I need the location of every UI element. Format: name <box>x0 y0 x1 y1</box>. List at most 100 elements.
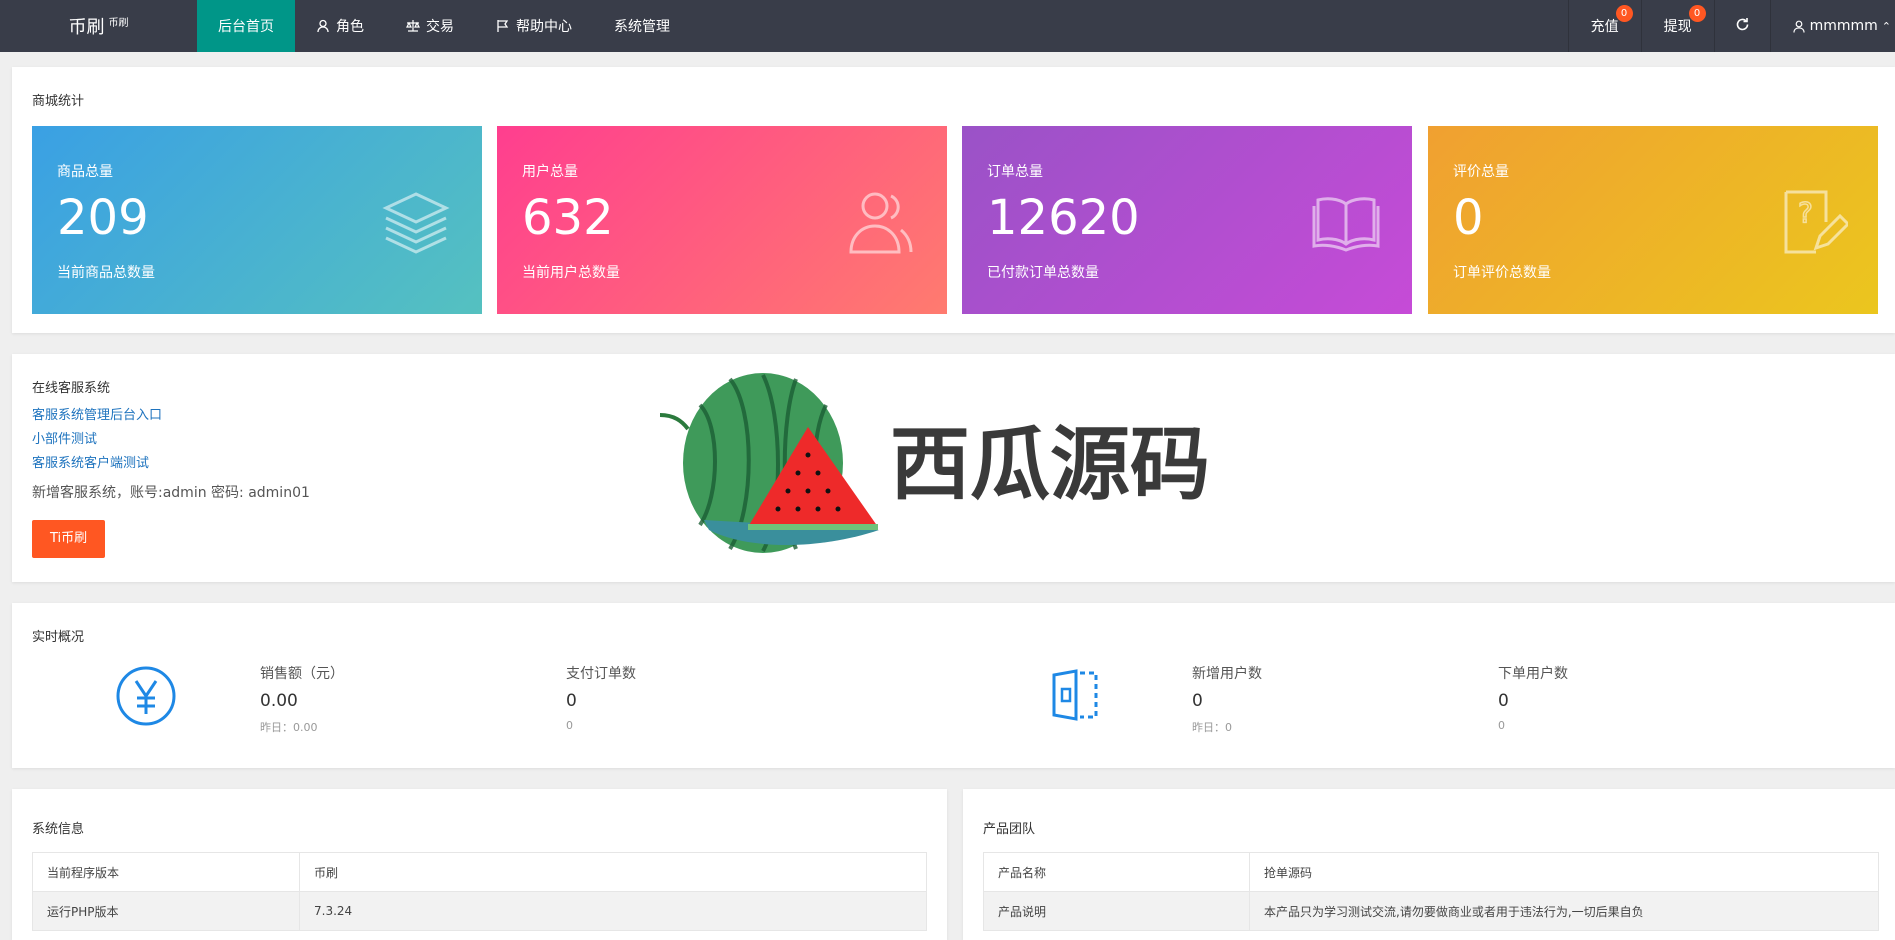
username: mmmmm <box>1809 18 1878 34</box>
table-cell: 产品说明 <box>983 891 1250 931</box>
nav-label: 角色 <box>336 19 364 35</box>
withdraw-button[interactable]: 提现 0 <box>1640 0 1714 52</box>
layers-icon <box>380 186 452 258</box>
refresh-icon <box>1735 17 1750 36</box>
rt-yesterday: 0 <box>566 719 573 732</box>
rt-label: 支付订单数 <box>566 666 636 682</box>
system-info-table: 当前程序版本 币刷 运行PHP版本 7.3.24 <box>32 852 927 931</box>
stat-sub: 订单评价总数量 <box>1453 265 1551 281</box>
flag-icon <box>496 19 510 33</box>
recharge-label: 充值 <box>1590 19 1619 35</box>
rt-value: 0.00 <box>260 691 298 711</box>
watermelon-icon <box>660 373 879 553</box>
user-icon <box>316 19 330 33</box>
withdraw-badge: 0 <box>1688 5 1706 22</box>
topbar-right: 充值 0 提现 0 mmmmm ⌃ <box>1567 0 1895 52</box>
product-team-table: 产品名称 抢单源码 产品说明 本产品只为学习测试交流,请勿要做商业或者用于违法行… <box>983 852 1879 931</box>
nav-item-role[interactable]: 角色 <box>295 0 385 52</box>
top-navbar: 币刷 币刷 后台首页 角色 交易 帮助中心 系统管理 充值 0 提现 0 mmm… <box>0 0 1895 52</box>
chevron-up-icon: ⌃ <box>1881 19 1891 33</box>
table-cell: 币刷 <box>299 852 927 892</box>
user-icon <box>1792 20 1805 33</box>
watermark-text: 西瓜源码 <box>890 418 1210 511</box>
door-icon <box>1050 667 1102 727</box>
nav-item-trade[interactable]: 交易 <box>385 0 475 52</box>
svg-text:?: ? <box>1798 196 1813 229</box>
stat-sub: 已付款订单总数量 <box>987 265 1099 281</box>
table-cell: 产品名称 <box>983 852 1250 892</box>
rt-value: 0 <box>566 691 577 711</box>
table-row: 产品说明 本产品只为学习测试交流,请勿要做商业或者用于违法行为,一切后果自负 <box>983 891 1879 931</box>
system-info-panel: 系统信息 当前程序版本 币刷 运行PHP版本 7.3.24 <box>12 789 947 940</box>
stat-card-products[interactable]: 商品总量 209 当前商品总数量 <box>32 126 482 314</box>
refresh-button[interactable] <box>1713 0 1770 52</box>
rt-value: 0 <box>1192 691 1203 711</box>
rt-label: 新增用户数 <box>1192 666 1262 682</box>
stat-card-users[interactable]: 用户总量 632 当前用户总数量 <box>497 126 947 314</box>
panel-title: 实时概况 <box>32 630 85 645</box>
nav-label: 交易 <box>426 19 454 35</box>
rt-yesterday: 0 <box>1498 719 1505 732</box>
rt-label: 销售额（元） <box>260 666 344 682</box>
users-icon <box>845 186 917 258</box>
nav-label: 帮助中心 <box>516 19 572 35</box>
nav-item-system[interactable]: 系统管理 <box>593 0 691 52</box>
rt-yesterday: 昨日：0 <box>1192 721 1232 734</box>
main-nav: 后台首页 角色 交易 帮助中心 系统管理 <box>197 0 691 52</box>
stat-card-orders[interactable]: 订单总量 12620 已付款订单总数量 <box>962 126 1412 314</box>
stat-label: 商品总量 <box>57 164 113 180</box>
recharge-badge: 0 <box>1615 5 1633 22</box>
brand-sub: 币刷 <box>108 17 129 29</box>
nav-label: 后台首页 <box>218 19 274 35</box>
panel-title: 商城统计 <box>32 94 85 109</box>
panel-title: 在线客服系统 <box>32 381 111 396</box>
table-row: 产品名称 抢单源码 <box>983 852 1879 892</box>
stat-value: 209 <box>57 190 149 246</box>
nav-label: 系统管理 <box>614 19 670 35</box>
brand-name: 币刷 <box>68 17 105 38</box>
realtime-order-users: 下单用户数 0 0 <box>1498 663 1568 732</box>
stat-value: 632 <box>522 190 614 246</box>
rt-yesterday: 昨日：0.00 <box>260 721 318 734</box>
watermark: 西瓜源码 <box>660 365 1240 565</box>
realtime-panel: 实时概况 销售额（元） 0.00 昨日：0.00 支付订单数 0 0 新增用户数… <box>12 603 1895 768</box>
recharge-button[interactable]: 充值 0 <box>1567 0 1641 52</box>
nav-item-home[interactable]: 后台首页 <box>197 0 295 52</box>
stat-value: 0 <box>1453 190 1484 246</box>
panel-title: 产品团队 <box>983 822 1036 837</box>
brand-logo[interactable]: 币刷 币刷 <box>0 0 197 52</box>
product-team-panel: 产品团队 产品名称 抢单源码 产品说明 本产品只为学习测试交流,请勿要做商业或者… <box>963 789 1895 940</box>
nav-item-help[interactable]: 帮助中心 <box>475 0 593 52</box>
table-cell: 抢单源码 <box>1249 852 1879 892</box>
realtime-new-users: 新增用户数 0 昨日：0 <box>1192 663 1262 735</box>
stat-sub: 当前用户总数量 <box>522 265 620 281</box>
realtime-sales: 销售额（元） 0.00 昨日：0.00 <box>260 663 344 735</box>
table-cell: 当前程序版本 <box>32 852 300 892</box>
rt-label: 下单用户数 <box>1498 666 1568 682</box>
scale-icon <box>406 19 420 33</box>
table-cell: 运行PHP版本 <box>32 891 300 931</box>
table-row: 运行PHP版本 7.3.24 <box>32 891 927 931</box>
stat-value: 12620 <box>987 190 1140 246</box>
table-cell: 7.3.24 <box>299 891 927 931</box>
stat-label: 订单总量 <box>987 164 1043 180</box>
table-cell: 本产品只为学习测试交流,请勿要做商业或者用于违法行为,一切后果自负 <box>1249 891 1879 931</box>
cs-client-test-link[interactable]: 客服系统客户端测试 <box>32 452 310 476</box>
stat-label: 用户总量 <box>522 164 578 180</box>
stat-card-reviews[interactable]: 评价总量 0 订单评价总数量 ? <box>1428 126 1878 314</box>
rt-value: 0 <box>1498 691 1509 711</box>
cs-account-note: 新增客服系统，账号:admin 密码: admin01 <box>32 485 310 501</box>
realtime-paid-orders: 支付订单数 0 0 <box>566 663 636 732</box>
stat-label: 评价总量 <box>1453 164 1509 180</box>
ti-brush-button[interactable]: Ti币刷 <box>32 520 106 558</box>
user-menu[interactable]: mmmmm ⌃ <box>1769 0 1895 52</box>
question-edit-icon: ? <box>1776 186 1851 258</box>
panel-title: 系统信息 <box>32 822 85 837</box>
cs-widget-test-link[interactable]: 小部件测试 <box>32 428 310 452</box>
table-row: 当前程序版本 币刷 <box>32 852 927 892</box>
withdraw-label: 提现 <box>1663 19 1692 35</box>
yen-icon <box>115 665 177 731</box>
cs-admin-link[interactable]: 客服系统管理后台入口 <box>32 404 310 428</box>
stat-sub: 当前商品总数量 <box>57 265 155 281</box>
book-icon <box>1310 186 1382 258</box>
